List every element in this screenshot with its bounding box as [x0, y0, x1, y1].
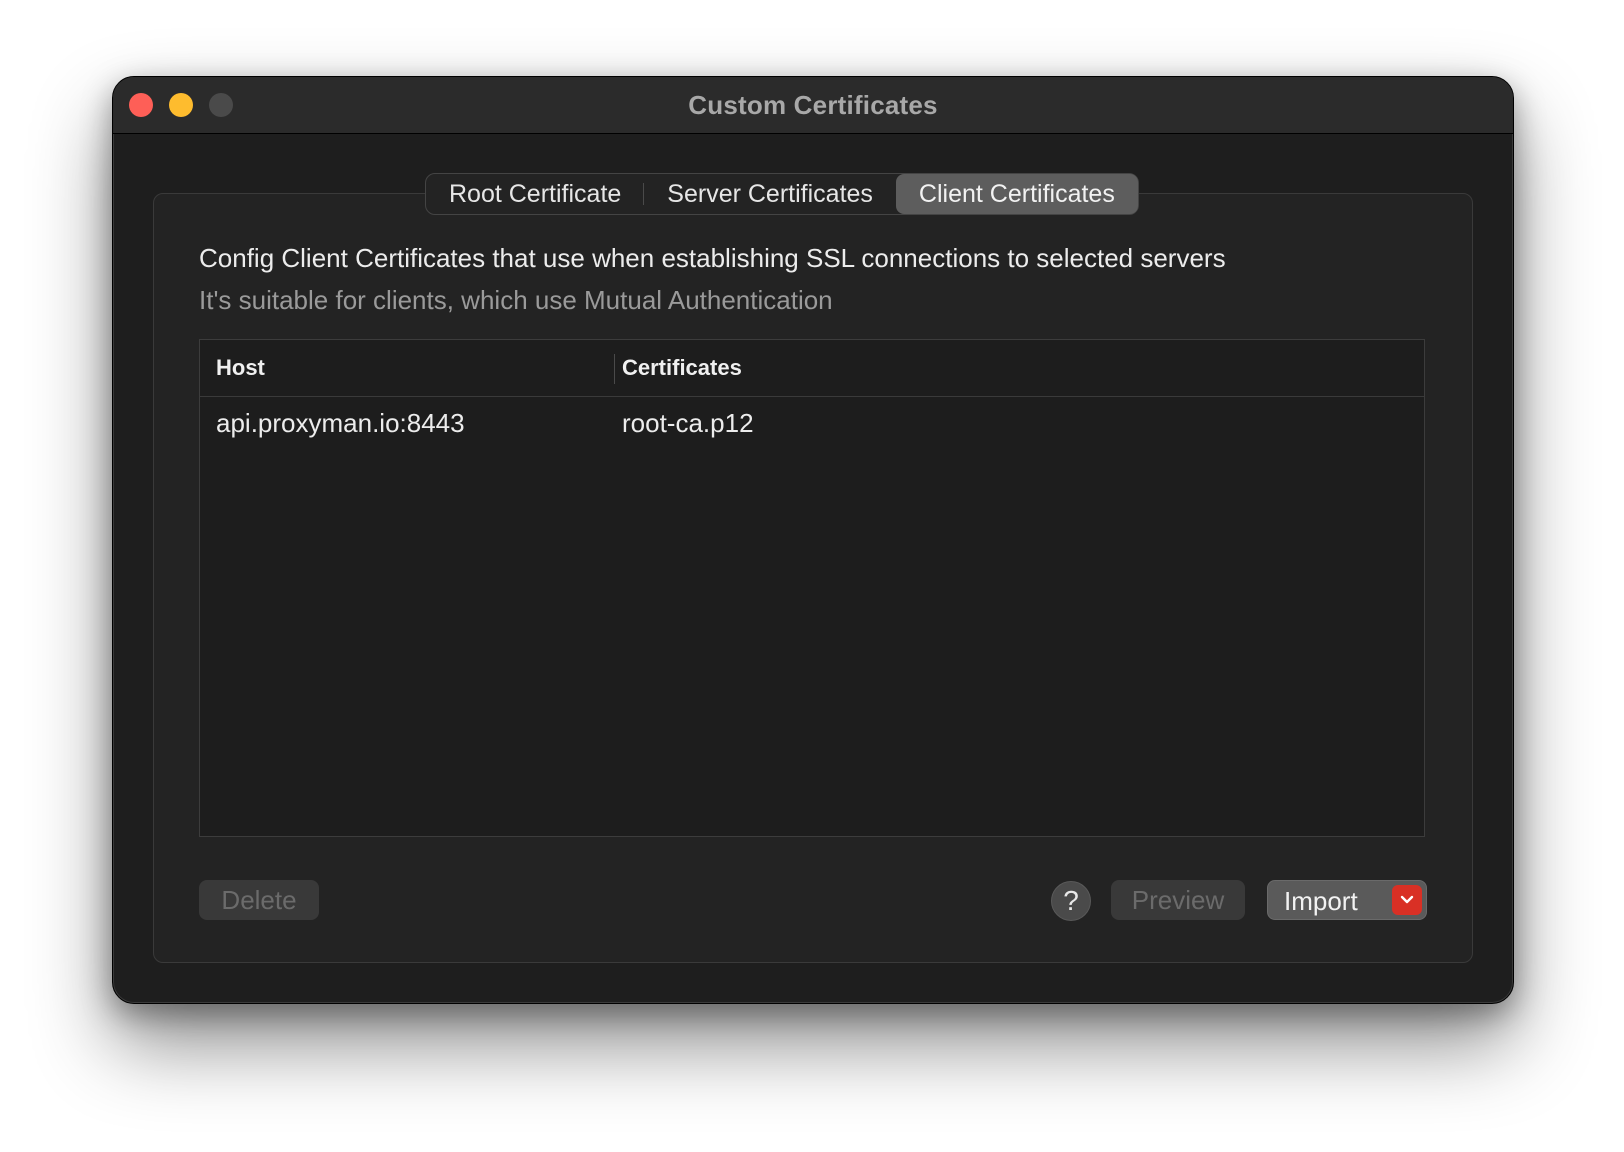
- delete-button[interactable]: Delete: [199, 880, 319, 920]
- import-button[interactable]: Import: [1267, 880, 1427, 920]
- import-dropdown-button[interactable]: [1392, 885, 1422, 915]
- title-bar: Custom Certificates: [113, 77, 1513, 134]
- client-certificates-table[interactable]: Host Certificates api.proxyman.io:8443 r…: [199, 339, 1425, 837]
- help-button[interactable]: ?: [1051, 881, 1091, 921]
- custom-certificates-window: Custom Certificates Root Certificate Ser…: [112, 76, 1514, 1004]
- description-secondary: It's suitable for clients, which use Mut…: [199, 285, 833, 315]
- window-title: Custom Certificates: [688, 90, 938, 120]
- tab-server-certificates[interactable]: Server Certificates: [644, 174, 896, 214]
- column-divider[interactable]: [614, 354, 615, 384]
- tab-client-certificates[interactable]: Client Certificates: [895, 174, 1138, 214]
- table-header: Host Certificates: [200, 340, 1424, 397]
- preview-button[interactable]: Preview: [1111, 880, 1245, 920]
- tab-root-certificate[interactable]: Root Certificate: [426, 174, 645, 214]
- tab-bar: Root Certificate Server Certificates Cli…: [425, 173, 1139, 215]
- table-row[interactable]: api.proxyman.io:8443 root-ca.p12: [200, 397, 1424, 449]
- chevron-down-icon: [1400, 895, 1414, 904]
- description-primary: Config Client Certificates that use when…: [199, 243, 1226, 273]
- cell-host: api.proxyman.io:8443: [216, 408, 465, 438]
- column-header-host[interactable]: Host: [216, 340, 265, 396]
- import-button-label: Import: [1284, 886, 1358, 916]
- column-header-certificates[interactable]: Certificates: [622, 340, 742, 396]
- cell-certificate: root-ca.p12: [622, 408, 754, 438]
